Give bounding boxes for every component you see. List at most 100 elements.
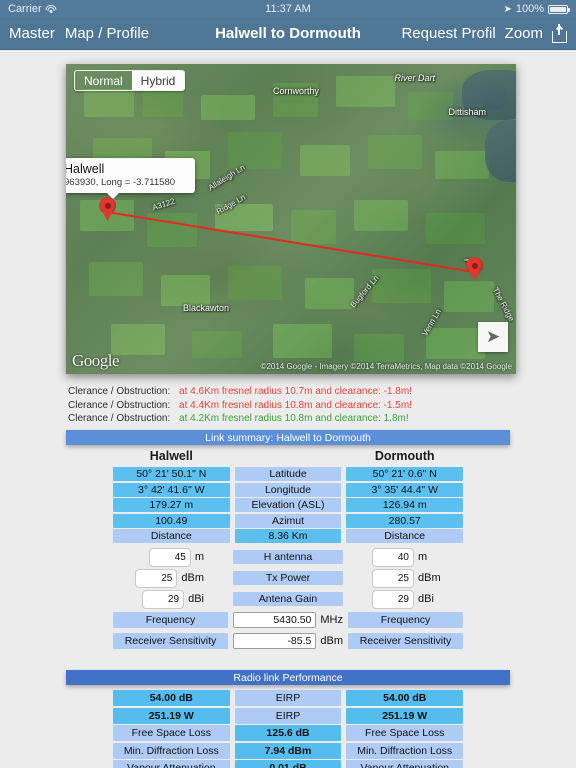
location-arrow-icon: ➤ [485,327,501,346]
cell-label: Latitude [234,467,342,481]
request-profile-button[interactable]: Request Profil [401,25,495,42]
cell-site-a: 179.27 m [113,498,230,513]
map-pin-halwell[interactable] [99,197,116,221]
share-icon[interactable] [552,24,567,43]
zoom-button[interactable]: Zoom [505,25,543,42]
nav-left-group: Master Map / Profile [9,25,149,42]
map-container[interactable]: Cornworthy River Dart Dittisham Allaleig… [66,64,516,374]
map-label-cornworthy: Cornworthy [273,85,320,96]
map-label-a3122: A3122 [150,197,176,213]
receiver-sensitivity-input[interactable]: -85.5 [233,633,317,650]
table-row: Min. Diffraction Loss 7.94 dBm Min. Diff… [113,742,464,759]
cell-site-b: 3° 35' 44.4" W [346,482,464,497]
h-antenna-input-b[interactable]: 40 [372,547,414,567]
table-row: 50° 21' 50.1" N Latitude 50° 21' 0.6" N [113,467,464,481]
field-group-a: 45 m [113,547,228,567]
table-row: Vapour Attenuation 0.01 dB Vapour Attenu… [113,760,464,768]
master-back-button[interactable]: Master [9,25,55,42]
cell-site-a: 100.49 [113,513,230,528]
clearance-value: at 4.2Km fresnel radius 10.8m and cleara… [179,413,409,424]
cell-site-b: 50° 21' 0.6" N [346,467,464,481]
field-group-c: 25 dBm [348,568,463,588]
receiver-sensitivity-label-b: Receiver Sensitivity [348,633,463,650]
unit-label: m [418,551,428,564]
cell-label: Elevation (ASL) [234,498,342,513]
unit-label: dBm [320,635,343,648]
field-group-c: 29 dBi [348,589,463,609]
frequency-input[interactable]: 5430.50 [233,612,317,629]
site-b-title: Dormouth [374,449,435,463]
cell-site-b: Free Space Loss [346,725,464,742]
row-receiver-sensitivity: Receiver Sensitivity -85.5 dBm Receiver … [113,632,463,651]
map-canvas[interactable]: Cornworthy River Dart Dittisham Allaleig… [66,64,516,374]
field-group-b: H antenna [233,550,343,565]
status-bar-right: ➤ 100% [503,3,570,15]
clearance-list: Clerance / Obstruction: at 4.6Km fresnel… [68,385,538,426]
cell-label: Antena Gain [233,592,343,607]
cell-label: 0.01 dB [234,760,342,768]
battery-percent-label: 100% [515,3,544,15]
table-row: 251.19 W EIRP 251.19 W [113,707,464,724]
tx-power-input-b[interactable]: 25 [372,568,414,588]
unit-label: dBi [188,593,204,606]
row-frequency: Frequency 5430.50 MHz Frequency [113,611,463,630]
map-type-segmented-control[interactable]: Normal Hybrid [74,70,186,91]
map-profile-button[interactable]: Map / Profile [65,25,149,42]
cell-site-a: Vapour Attenuation [113,760,230,768]
field-group-a: 29 dBi [113,589,228,609]
segment-normal[interactable]: Normal [75,71,132,90]
callout-subtitle: 963930, Long = -3.711580 [66,177,176,188]
unit-label: dBm [181,572,204,585]
status-bar-clock: 11:37 AM [265,3,311,15]
unit-label: dBi [418,593,434,606]
app-root: Carrier 11:37 AM ➤ 100% Master Map / Pro… [0,0,576,768]
cell-label: 125.6 dB [234,725,342,742]
tx-power-input-a[interactable]: 25 [135,568,178,588]
header-spacer [235,449,342,463]
cell-label: H antenna [233,550,343,565]
clearance-row: Clerance / Obstruction: at 4.2Km fresnel… [68,412,538,426]
antenna-gain-input-a[interactable]: 29 [142,589,185,609]
cell-site-a: Min. Diffraction Loss [113,742,230,759]
map-callout-halwell[interactable]: Halwell 963930, Long = -3.711580 [66,158,195,199]
cell-label: Azimut [234,513,342,528]
frequency-label-a: Frequency [113,612,228,629]
locate-me-button[interactable]: ➤ [478,322,508,352]
map-label-blackawton: Blackawton [183,302,230,313]
cell-site-b: 126.94 m [346,498,464,513]
cell-site-b: 280.57 [346,513,464,528]
location-arrow-icon: ➤ [503,3,512,15]
field-group-b: Antena Gain [233,592,343,607]
cell-label: 8.36 Km [234,529,342,544]
cell-site-b: 54.00 dB [346,690,464,706]
clearance-row: Clerance / Obstruction: at 4.4Km fresnel… [68,399,538,413]
cell-label: Tx Power [233,571,343,586]
table-row: Distance 8.36 Km Distance [113,529,464,544]
performance-banner: Radio link Performance [66,670,510,685]
table-row: 3° 42' 41.6" W Longitude 3° 35' 44.4" W [113,482,464,497]
h-antenna-input-a[interactable]: 45 [148,547,191,567]
frequency-input-group: 5430.50 MHz [233,612,343,629]
link-summary-banner: Link summary: Halwell to Dormouth [66,430,510,445]
cell-site-a: 50° 21' 50.1" N [113,467,230,481]
clearance-row: Clerance / Obstruction: at 4.6Km fresnel… [68,385,538,399]
cell-label: EIRP [234,690,342,706]
table-row: 54.00 dB EIRP 54.00 dB [113,690,464,706]
map-label-the-ridge: The Ridge [490,285,516,323]
segment-hybrid[interactable]: Hybrid [131,71,185,90]
status-bar: Carrier 11:37 AM ➤ 100% [0,0,576,18]
field-group-a: 25 dBm [113,568,228,588]
clearance-value: at 4.4Km fresnel radius 10.8m and cleara… [179,399,412,411]
cell-site-b: 251.19 W [346,707,464,724]
cell-site-a: Free Space Loss [113,725,230,742]
input-row-h-antenna: 45 m H antenna 40 m [113,547,463,567]
link-summary-header-row: Halwell Dormouth [113,449,463,463]
nav-right-group: Request Profil Zoom [401,24,567,43]
clearance-value: at 4.6Km fresnel radius 10.7m and cleara… [179,386,412,397]
antenna-gain-input-b[interactable]: 29 [372,589,414,609]
cell-site-a: 251.19 W [113,707,230,724]
cell-site-b: Distance [346,529,464,544]
table-row: Free Space Loss 125.6 dB Free Space Loss [113,725,464,742]
map-pin-dormouth[interactable] [466,257,483,281]
navigation-bar: Master Map / Profile Halwell to Dormouth… [0,18,576,50]
